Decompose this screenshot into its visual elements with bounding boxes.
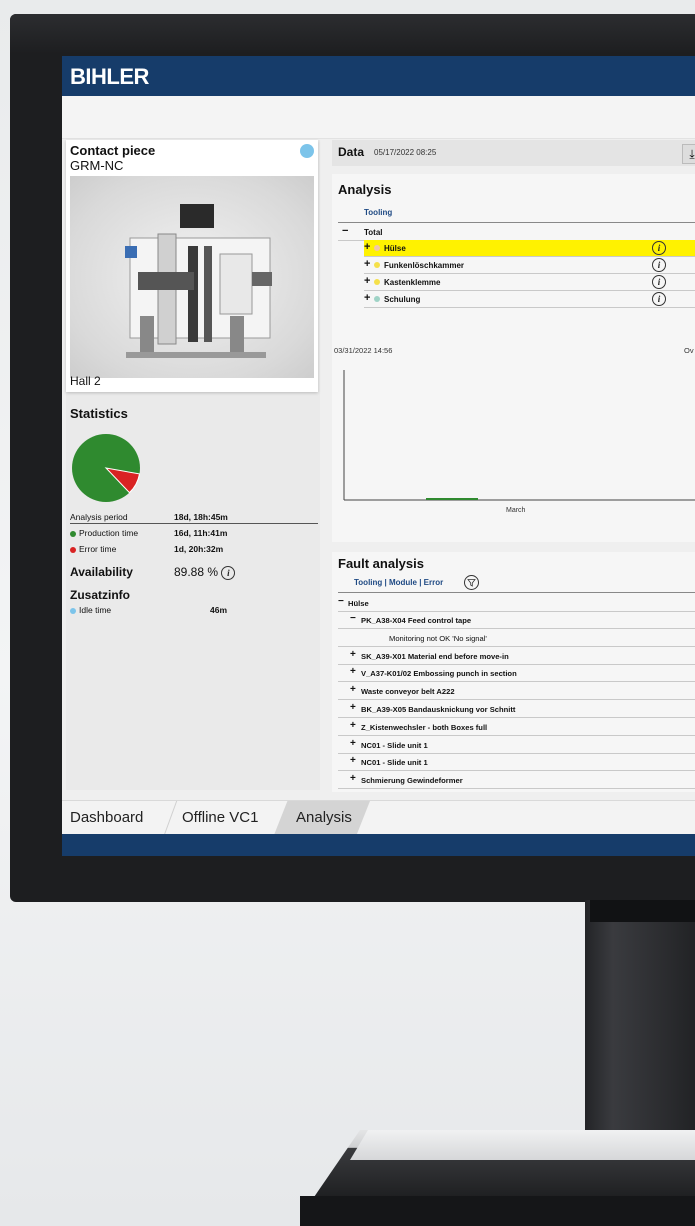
fault-row[interactable]: + NC01 - Slide unit 1	[338, 753, 695, 772]
tab-offline-vc1[interactable]: Offline VC1	[182, 809, 258, 826]
download-icon[interactable]: ⤓	[682, 144, 695, 164]
item-color-dot	[374, 279, 380, 285]
status-dot-icon	[300, 144, 314, 158]
fault-row-label: Z_Kistenwechsler - both Boxes full	[361, 722, 488, 732]
fault-row[interactable]: + Z_Kistenwechsler - both Boxes full	[338, 718, 695, 736]
monitor-stand-foot	[300, 1196, 695, 1226]
machine-title: Contact piece	[70, 143, 156, 158]
fault-row-label: SK_A39-X01 Material end before move-in	[361, 651, 509, 661]
expand-icon: +	[364, 258, 371, 270]
stat-divider	[70, 523, 318, 524]
app-footer	[62, 834, 695, 856]
analysis-item-kastenklemme[interactable]: + Kastenklemme i	[364, 274, 695, 291]
machine-card[interactable]: Contact piece GRM-NC Hall 2	[66, 140, 318, 392]
filter-icon[interactable]	[464, 575, 479, 590]
app-header: BIHLER	[62, 56, 695, 96]
expand-icon[interactable]: +	[350, 738, 356, 749]
fault-row-label: Monitoring not OK 'No signal'	[389, 633, 487, 643]
fault-row-label: NC01 - Slide unit 1	[361, 740, 428, 750]
analysis-tab-row: Tooling	[338, 204, 695, 223]
analysis-item-schulung[interactable]: + Schulung i	[364, 291, 695, 308]
availability-value: 89.88 % i	[174, 565, 236, 580]
tab-analysis[interactable]: Analysis	[296, 809, 352, 826]
fault-tab-links[interactable]: Tooling | Module | Error	[354, 578, 443, 587]
expand-icon[interactable]: +	[350, 666, 356, 677]
collapse-icon[interactable]: −	[350, 613, 356, 624]
analysis-item-huelse[interactable]: + Hülse i	[364, 240, 695, 257]
fault-row-label: V_A37-K01/02 Embossing punch in section	[361, 669, 517, 679]
idle-dot-icon	[70, 607, 76, 614]
chart-x-label: March	[506, 507, 526, 514]
item-color-dot	[374, 245, 380, 251]
chart-start-date: 03/31/2022 14:56	[334, 346, 393, 355]
info-icon[interactable]: i	[652, 258, 666, 272]
expand-icon[interactable]: +	[350, 755, 356, 766]
collapse-icon: −	[342, 225, 349, 237]
fault-row[interactable]: + Schmierung Gewindeformer	[338, 771, 695, 790]
availability-info-icon[interactable]: i	[221, 565, 236, 580]
monitor-screen: BIHLER Contact piece GRM-NC Hall 2 Stati…	[62, 56, 695, 856]
fault-row[interactable]: + SK_A39-X01 Material end before move-in	[338, 647, 695, 665]
fault-row-label: BK_A39-X05 Bandausknickung vor Schnitt	[361, 705, 516, 714]
bottom-tab-bar: Dashboard Offline VC1 Analysis	[62, 800, 695, 835]
statistics-title: Statistics	[70, 406, 128, 421]
data-title: Data	[338, 145, 365, 159]
item-color-dot	[374, 262, 380, 268]
data-bar: Data 05/17/2022 08:25 ⤓	[332, 140, 695, 166]
item-color-dot	[374, 296, 380, 302]
expand-icon[interactable]: +	[350, 773, 356, 784]
expand-icon: +	[364, 241, 371, 253]
tab-dashboard[interactable]: Dashboard	[70, 809, 143, 826]
monitor-bezel-top	[10, 14, 695, 54]
expand-icon[interactable]: +	[350, 720, 356, 731]
expand-icon[interactable]: +	[350, 702, 356, 713]
expand-icon[interactable]: +	[350, 649, 356, 660]
fault-analysis-title: Fault analysis	[338, 556, 424, 571]
info-icon[interactable]: i	[652, 292, 666, 306]
fault-row[interactable]: + BK_A39-X05 Bandausknickung vor Schnitt	[338, 700, 695, 718]
fault-row[interactable]: + V_A37-K01/02 Embossing punch in section	[338, 664, 695, 683]
tab-tooling[interactable]: Tooling	[364, 208, 392, 217]
analysis-item-funkenloeschkammer[interactable]: + Funkenlöschkammer i	[364, 257, 695, 274]
fault-analysis-panel: Fault analysis Tooling | Module | Error …	[332, 552, 695, 792]
machine-subtitle: GRM-NC	[70, 158, 124, 173]
availability-pie-chart	[72, 434, 141, 502]
timeline-chart: March	[343, 370, 695, 514]
info-icon[interactable]: i	[652, 275, 666, 289]
monitor-stand-base-top	[350, 1130, 695, 1160]
fault-detail-row[interactable]: Monitoring not OK 'No signal'	[338, 629, 695, 647]
machine-image	[70, 176, 314, 378]
data-timestamp: 05/17/2022 08:25	[374, 148, 437, 157]
zusatzinfo-title: Zusatzinfo	[70, 588, 130, 602]
expand-icon[interactable]: +	[350, 684, 356, 695]
availability-label: Availability	[70, 565, 133, 579]
expand-icon: +	[364, 275, 371, 287]
info-icon[interactable]: i	[652, 241, 666, 255]
expand-icon: +	[364, 292, 371, 304]
toolbar	[62, 96, 695, 139]
error-dot-icon	[70, 546, 76, 553]
machine-location: Hall 2	[70, 374, 101, 388]
monitor-stand-shadow	[590, 900, 695, 922]
fault-row-label: PK_A38-X04 Feed control tape	[361, 616, 472, 625]
bihler-logo: BIHLER	[70, 64, 149, 89]
fault-row-label: NC01 - Slide unit 1	[361, 758, 428, 768]
fault-row-label: Waste conveyor belt A222	[361, 687, 455, 697]
tab-separator	[163, 801, 178, 835]
production-dot-icon	[70, 530, 76, 537]
analysis-title: Analysis	[338, 182, 392, 197]
fault-row[interactable]: − PK_A38-X04 Feed control tape	[338, 611, 695, 629]
monitor-stand-neck	[585, 900, 695, 1150]
fault-analysis-tabs: Tooling | Module | Error	[338, 574, 695, 593]
fault-row[interactable]: + NC01 - Slide unit 1	[338, 736, 695, 754]
analysis-total-row[interactable]: − Total	[338, 224, 695, 241]
fault-row[interactable]: + Waste conveyor belt A222	[338, 682, 695, 701]
chart-overview-label: Ov	[684, 346, 694, 355]
machine-illustration-icon	[125, 204, 272, 358]
fault-row-label: Schmierung Gewindeformer	[361, 776, 463, 786]
fault-root-row[interactable]: − Hülse	[338, 594, 695, 612]
